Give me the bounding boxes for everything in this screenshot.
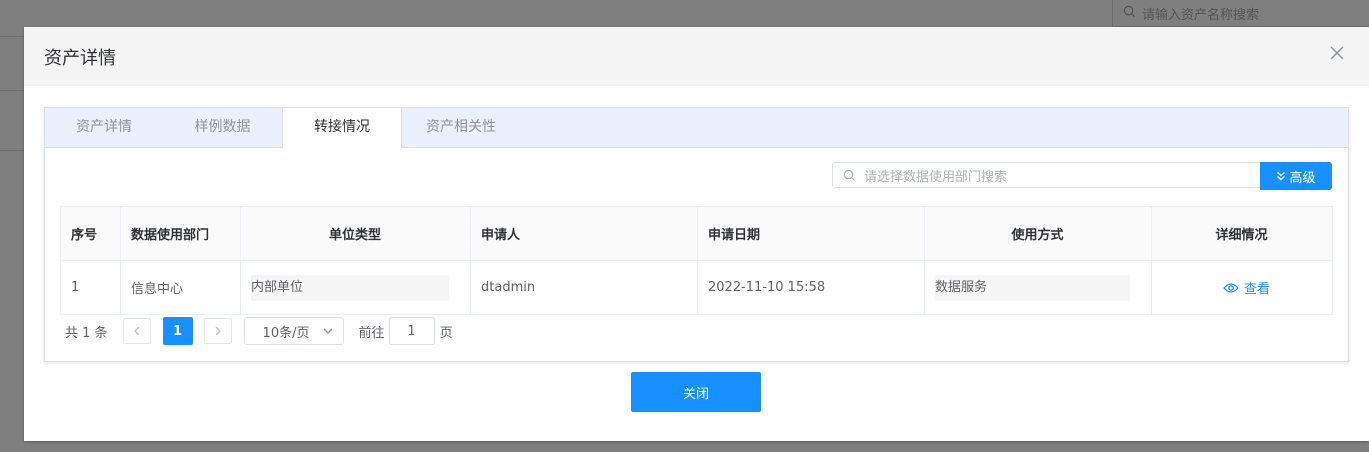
tab-asset-detail[interactable]: 资产详情	[45, 108, 163, 147]
advanced-search-button[interactable]: 高级	[1260, 162, 1332, 190]
search-placeholder: 请选择数据使用部门搜索	[864, 169, 1008, 185]
cell-applicant: dtadmin	[470, 260, 698, 315]
eye-icon	[1223, 282, 1239, 294]
dialog-header: 资产详情	[24, 27, 1369, 86]
search-icon	[843, 169, 856, 182]
page-number-current[interactable]: 1	[162, 317, 193, 345]
table-row: 1 信息中心 内部单位 dtadmin 2022-11-10 15:58 数据服…	[60, 260, 1333, 315]
background-search-input: 请输入资产名称搜索	[1112, 0, 1369, 27]
close-button[interactable]: 关闭	[631, 372, 761, 412]
dialog-title: 资产详情	[44, 48, 116, 69]
page-size-select[interactable]: 10条/页	[243, 317, 344, 345]
next-page-button[interactable]	[203, 318, 232, 344]
background-search-placeholder: 请输入资产名称搜索	[1142, 7, 1260, 23]
table-header-row: 序号 数据使用部门 单位类型 申请人 申请日期 使用方式 详细情况	[60, 206, 1333, 261]
cell-department: 信息中心	[120, 260, 241, 315]
close-icon[interactable]	[1327, 43, 1347, 63]
advanced-label: 高级	[1289, 170, 1316, 186]
usage-value: 数据服务	[935, 274, 1130, 301]
goto-page-input[interactable]	[388, 317, 435, 345]
tab-transfer-status[interactable]: 转接情况	[282, 108, 402, 148]
goto-prefix: 前往	[358, 325, 385, 341]
background-divider	[0, 90, 24, 91]
header-department: 数据使用部门	[120, 206, 241, 261]
cell-date: 2022-11-10 15:58	[697, 260, 925, 315]
cell-unit-type: 内部单位	[240, 260, 471, 315]
unit-type-value: 内部单位	[251, 274, 449, 301]
cell-detail: 查看	[1151, 260, 1333, 315]
background-divider	[0, 36, 24, 37]
view-detail-link[interactable]: 查看	[1162, 278, 1331, 297]
header-date: 申请日期	[697, 206, 925, 261]
header-detail: 详细情况	[1151, 206, 1333, 261]
tab-asset-relevance[interactable]: 资产相关性	[402, 108, 520, 147]
header-applicant: 申请人	[470, 206, 698, 261]
page-size-value: 10条/页	[262, 325, 310, 341]
background-divider	[0, 150, 24, 151]
header-unit-type: 单位类型	[240, 206, 471, 261]
header-index: 序号	[60, 206, 121, 261]
tab-bar: 资产详情 样例数据 转接情况 资产相关性	[45, 108, 1348, 148]
header-usage: 使用方式	[924, 206, 1152, 261]
asset-detail-dialog: 资产详情 资产详情 样例数据 转接情况 资产相关性 请选择数据使用部门搜索 高级	[24, 27, 1369, 441]
department-search-input[interactable]: 请选择数据使用部门搜索	[832, 162, 1320, 188]
pagination-total: 共 1 条	[65, 325, 108, 341]
chevron-down-icon	[323, 328, 333, 334]
chevron-left-icon	[133, 326, 140, 336]
tab-panel: 资产详情 样例数据 转接情况 资产相关性 请选择数据使用部门搜索 高级 序号 数…	[44, 107, 1349, 362]
goto-suffix: 页	[439, 325, 453, 341]
search-icon	[1123, 5, 1136, 22]
pagination: 共 1 条 1 10条/页 前往 页	[65, 317, 453, 345]
cell-index: 1	[60, 260, 121, 315]
chevron-right-icon	[215, 326, 221, 336]
double-chevron-down-icon	[1276, 171, 1286, 181]
tab-sample-data[interactable]: 样例数据	[163, 108, 282, 147]
cell-usage: 数据服务	[924, 260, 1152, 315]
prev-page-button[interactable]	[122, 318, 151, 344]
view-detail-label: 查看	[1243, 282, 1270, 297]
transfer-table: 序号 数据使用部门 单位类型 申请人 申请日期 使用方式 详细情况 1 信息中心…	[60, 206, 1333, 315]
